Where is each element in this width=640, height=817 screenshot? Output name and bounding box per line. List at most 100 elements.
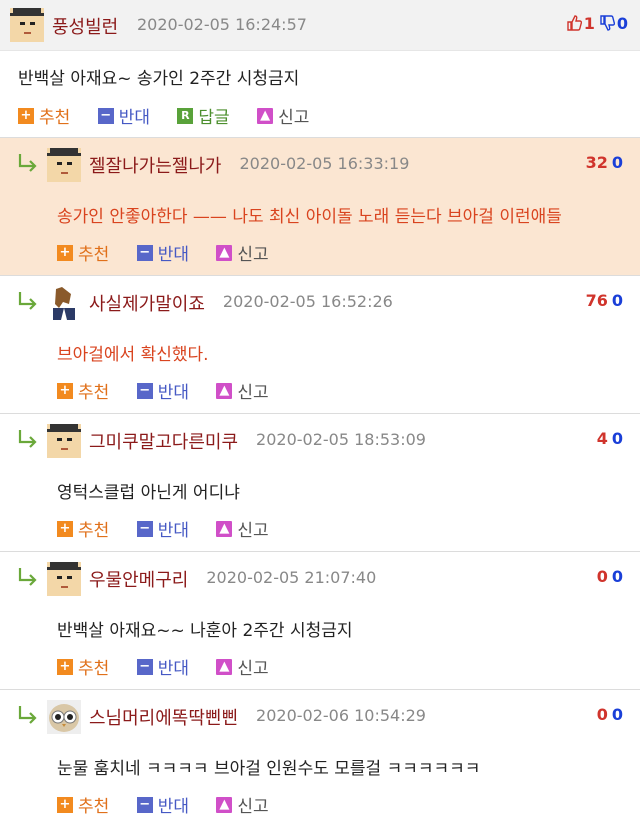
recommend-button[interactable]: + 추천 <box>57 792 109 817</box>
timestamp: 2020-02-05 16:52:26 <box>222 292 393 311</box>
alarm-icon: ▲ <box>216 658 233 675</box>
report-button[interactable]: ▲ 신고 <box>216 240 269 265</box>
vote-counts: 40 <box>597 429 623 448</box>
report-button[interactable]: ▲ 신고 <box>216 654 269 679</box>
plus-icon: + <box>57 244 73 261</box>
oppose-button[interactable]: − 반대 <box>97 103 150 128</box>
hat-avatar-icon <box>47 562 81 596</box>
reply-text: 브아걸에서 확신했다. <box>57 345 209 365</box>
reply-item: 그미쿠말고다른미쿠 2020-02-05 18:53:09 40 영턱스클럽 아… <box>0 413 640 552</box>
hat-avatar-icon <box>47 148 81 182</box>
up-count: 76 <box>585 291 608 310</box>
vote-counts: 00 <box>597 567 623 586</box>
alarm-icon: ▲ <box>216 796 233 813</box>
horse-avatar-icon <box>47 286 81 320</box>
vote-counts: 32 0 <box>586 153 623 172</box>
timestamp: 2020-02-05 21:07:40 <box>206 568 377 587</box>
avatar[interactable] <box>47 424 81 458</box>
down-count: 0 <box>611 567 623 586</box>
vote-counts: 1 0 <box>566 14 628 33</box>
reply-text: 영턱스클럽 아닌게 어디냐 <box>57 483 240 503</box>
reply-actions: + 추천 − 반대 ▲ 신고 <box>57 792 291 817</box>
thumbs-up-icon[interactable] <box>566 15 582 31</box>
report-button[interactable]: ▲ 신고 <box>216 378 269 403</box>
comment-actions: + 추천 − 반대 R 답글 ▲ 신고 <box>18 103 331 128</box>
reply-item: 사실제가말이죠 2020-02-05 16:52:26 76 0 브아걸에서 확신… <box>0 275 640 414</box>
plus-icon: + <box>18 107 34 124</box>
timestamp: 2020-02-05 16:33:19 <box>239 154 410 173</box>
reply-icon: R <box>177 107 194 124</box>
avatar[interactable] <box>47 148 81 182</box>
oppose-button[interactable]: − 반대 <box>136 654 189 679</box>
minus-icon: − <box>97 107 114 124</box>
vote-counts: 00 <box>597 705 623 724</box>
reply-arrow-icon <box>18 154 37 172</box>
nickname[interactable]: 젤잘나가는젤나가 <box>89 152 221 178</box>
thumbs-down-icon[interactable] <box>599 15 615 31</box>
comment-text: 반백살 아재요~ 송가인 2주간 시청금지 <box>18 69 300 89</box>
minus-icon: − <box>136 796 153 813</box>
avatar[interactable] <box>47 562 81 596</box>
owl-avatar-icon <box>47 700 81 734</box>
reply-text: 눈물 훔치네 ㅋㅋㅋㅋ 브아걸 인원수도 모를걸 ㅋㅋㅋㅋㅋㅋ <box>57 759 481 779</box>
reply-text: 반백살 아재요~~ 나훈아 2주간 시청금지 <box>57 621 353 641</box>
recommend-button[interactable]: + 추천 <box>57 654 109 679</box>
report-button[interactable]: ▲ 신고 <box>257 103 309 128</box>
down-count: 0 <box>611 429 623 448</box>
reply-actions: + 추천 − 반대 ▲ 신고 <box>57 378 291 403</box>
report-button[interactable]: ▲ 신고 <box>216 516 269 541</box>
recommend-button[interactable]: + 추천 <box>57 516 109 541</box>
timestamp: 2020-02-06 10:54:29 <box>256 706 426 725</box>
oppose-button[interactable]: − 반대 <box>136 378 189 403</box>
recommend-button[interactable]: + 추천 <box>18 103 70 128</box>
up-count: 0 <box>596 705 608 724</box>
reply-actions: + 추천 − 반대 ▲ 신고 <box>57 654 291 679</box>
nickname[interactable]: 사실제가말이죠 <box>89 290 205 316</box>
plus-icon: + <box>57 520 73 537</box>
reply-arrow-icon <box>18 292 37 310</box>
reply-arrow-icon <box>18 568 37 586</box>
alarm-icon: ▲ <box>216 244 233 261</box>
report-button[interactable]: ▲ 신고 <box>216 792 269 817</box>
reply-arrow-icon <box>18 430 37 448</box>
up-count: 0 <box>596 567 608 586</box>
minus-icon: − <box>136 658 153 675</box>
nickname[interactable]: 스님머리에똑딱삔삔 <box>89 704 238 730</box>
down-count: 0 <box>616 14 628 33</box>
minus-icon: − <box>136 520 153 537</box>
recommend-button[interactable]: + 추천 <box>57 240 109 265</box>
reply-item: 우물안메구리 2020-02-05 21:07:40 00 반백살 아재요~~ … <box>0 551 640 690</box>
avatar[interactable] <box>47 700 81 734</box>
nickname[interactable]: 그미쿠말고다른미쿠 <box>89 428 238 454</box>
comment-header: 풍성빌런 2020-02-05 16:24:57 1 0 <box>0 0 640 51</box>
hat-avatar-icon <box>47 424 81 458</box>
oppose-button[interactable]: − 반대 <box>136 792 189 817</box>
down-count: 0 <box>611 705 623 724</box>
minus-icon: − <box>136 382 153 399</box>
oppose-button[interactable]: − 반대 <box>136 516 189 541</box>
avatar[interactable] <box>10 8 44 42</box>
avatar[interactable] <box>47 286 81 320</box>
up-count: 32 <box>585 153 608 172</box>
plus-icon: + <box>57 658 73 675</box>
reply-actions: + 추천 − 반대 ▲ 신고 <box>57 240 291 265</box>
nickname[interactable]: 우물안메구리 <box>89 566 188 592</box>
down-count: 0 <box>611 153 623 172</box>
plus-icon: + <box>57 796 73 813</box>
oppose-button[interactable]: − 반대 <box>136 240 189 265</box>
reply-item: 스님머리에똑딱삔삔 2020-02-06 10:54:29 00 눈물 훔치네 … <box>0 689 640 817</box>
alarm-icon: ▲ <box>216 520 233 537</box>
reply-item: 젤잘나가는젤나가 2020-02-05 16:33:19 32 0 송가인 안좋아… <box>0 137 640 276</box>
plus-icon: + <box>57 382 73 399</box>
alarm-icon: ▲ <box>257 107 274 124</box>
timestamp: 2020-02-05 18:53:09 <box>256 430 426 449</box>
reply-button[interactable]: R 답글 <box>177 103 230 128</box>
reply-arrow-icon <box>18 706 37 724</box>
timestamp: 2020-02-05 16:24:57 <box>137 15 307 34</box>
down-count: 0 <box>611 291 623 310</box>
nickname[interactable]: 풍성빌런 <box>52 13 118 39</box>
reply-text: 송가인 안좋아한다 —— 나도 최신 아이돌 노래 듣는다 브아걸 이런애들 <box>57 207 562 227</box>
reply-actions: + 추천 − 반대 ▲ 신고 <box>57 516 291 541</box>
up-count: 1 <box>583 14 595 33</box>
recommend-button[interactable]: + 추천 <box>57 378 109 403</box>
